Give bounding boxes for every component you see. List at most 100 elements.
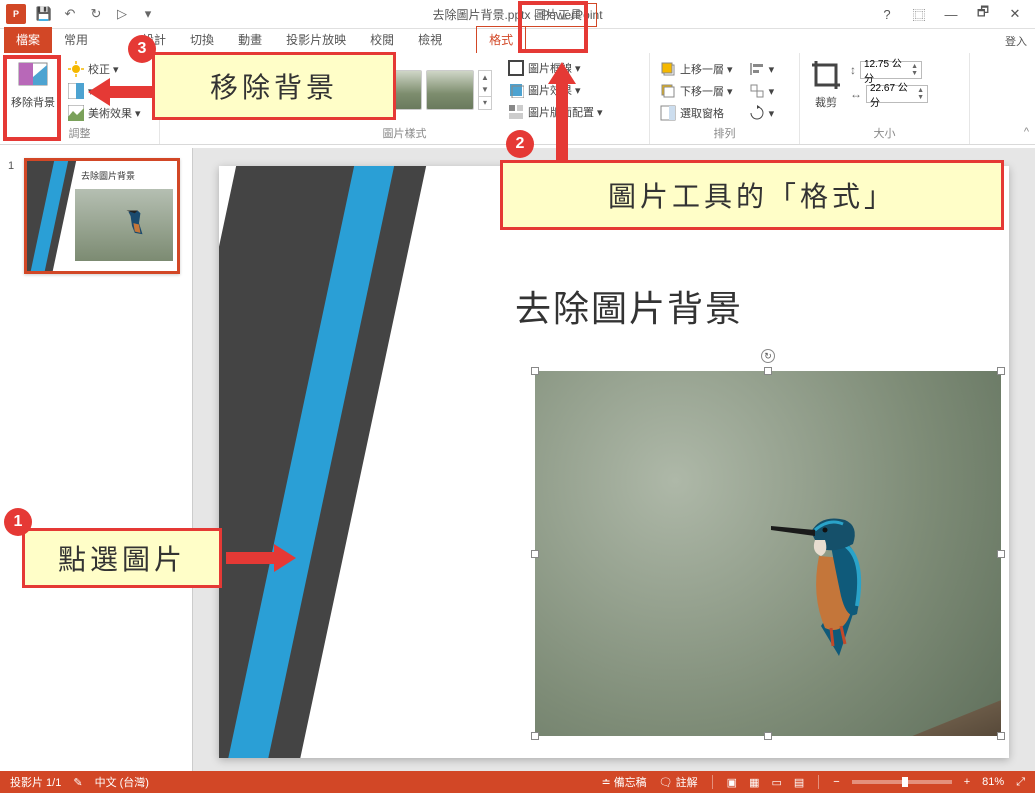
tab-slideshow[interactable]: 投影片放映 [274,27,358,53]
ribbon-group-size: 裁剪 ↕ 12.75 公分▲▼ ↔ 22.67 公分▲▼ 大小 [800,53,970,144]
layout-icon [508,104,524,120]
restore-button[interactable]: 🗗 [969,3,997,25]
spellcheck-icon[interactable]: ✎ [67,776,88,789]
slide-thumbnail[interactable]: 1 去除圖片背景 [8,158,184,274]
send-backward-label: 下移一層 ▾ [680,83,733,99]
redo-button[interactable]: ↻ [84,3,108,25]
comments-button[interactable]: 🗨 註解 [653,774,704,790]
color-icon [68,83,84,99]
zoom-out-button[interactable]: − [827,776,845,788]
signin-link[interactable]: 登入 [1005,33,1027,49]
reading-view-button[interactable]: ▭ [765,776,787,789]
bring-forward-button[interactable]: 上移一層 ▾ [656,59,737,79]
tab-home[interactable]: 常用 [52,27,100,53]
app-icon: P [6,4,26,24]
ribbon-fullscreen-button[interactable]: ⿴ [905,3,933,25]
window-controls: ? ⿴ — 🗗 ✕ [873,3,1035,25]
zoom-in-button[interactable]: + [958,776,976,788]
annotation-badge-3: 3 [128,35,156,63]
annotation-badge-2: 2 [506,130,534,158]
save-button[interactable]: 💾 [32,3,56,25]
resize-handle[interactable] [764,732,772,740]
tab-animations[interactable]: 動畫 [226,27,274,53]
annotation-badge-1: 1 [4,508,32,536]
corrections-label: 校正 ▾ [88,61,119,77]
gallery-down-icon[interactable]: ▼ [479,83,491,95]
annotation-callout-3: 移除背景 [152,52,396,120]
resize-handle[interactable] [764,367,772,375]
annotation-arrow-1 [226,544,296,572]
zoom-slider[interactable] [852,780,952,784]
corrections-button[interactable]: 校正 ▾ [64,59,145,79]
slide-counter[interactable]: 投影片 1/1 [4,774,67,790]
resize-handle[interactable] [997,550,1005,558]
group-label-size: 大小 [806,125,963,143]
slide-title[interactable]: 去除圖片背景 [515,280,743,332]
language-status[interactable]: 中文 (台灣) [89,774,155,790]
annotation-box-format-tab [518,1,588,53]
normal-view-button[interactable]: ▣ [721,776,743,789]
bring-forward-icon [660,61,676,77]
height-icon: ↕ [850,63,856,77]
width-input[interactable]: 22.67 公分▲▼ [866,85,928,103]
annotation-arrow-3 [88,78,152,106]
tab-transitions[interactable]: 切換 [178,27,226,53]
style-item[interactable] [426,70,474,110]
selection-pane-label: 選取窗格 [680,105,724,121]
slide-canvas[interactable]: 去除圖片背景 ↻ [219,166,1009,758]
thumbnail-slide[interactable]: 去除圖片背景 [24,158,180,274]
rotate-handle[interactable]: ↻ [761,349,775,363]
gallery-up-icon[interactable]: ▲ [479,71,491,83]
artistic-label: 美術效果 ▾ [88,105,141,121]
tab-review[interactable]: 校閱 [358,27,406,53]
sorter-view-button[interactable]: ▦ [743,776,765,789]
close-button[interactable]: ✕ [1001,3,1029,25]
send-backward-button[interactable]: 下移一層 ▾ [656,81,737,101]
fit-to-window-button[interactable]: ⤢ [1010,776,1031,789]
undo-button[interactable]: ↶ [58,3,82,25]
work-area: 1 去除圖片背景 去除圖片背景 ↻ [0,148,1035,771]
align-button[interactable]: ▾ [745,59,779,79]
resize-handle[interactable] [531,550,539,558]
selected-image[interactable]: ↻ [535,371,1001,736]
artistic-icon [68,105,84,121]
annotation-box-remove-bg [3,55,61,141]
image-content [535,371,1001,736]
slide-editor[interactable]: 去除圖片背景 ↻ [193,148,1035,771]
resize-handle[interactable] [997,732,1005,740]
border-icon [508,60,524,76]
artistic-effects-button[interactable]: 美術效果 ▾ [64,103,145,123]
tab-file[interactable]: 檔案 [4,27,52,53]
slideshow-view-button[interactable]: ▤ [788,776,810,789]
collapse-ribbon-icon[interactable]: ^ [1024,126,1029,138]
annotation-arrow-2 [548,62,576,160]
ribbon-group-arrange: 上移一層 ▾ 下移一層 ▾ 選取窗格 ▾ ▾ ▾ 排列 [650,53,800,144]
minimize-button[interactable]: — [937,3,965,25]
align-icon [749,61,765,77]
start-slideshow-button[interactable]: ▷ [110,3,134,25]
help-button[interactable]: ? [873,3,901,25]
resize-handle[interactable] [997,367,1005,375]
zoom-level[interactable]: 81% [976,776,1010,788]
notes-button[interactable]: ≐ 備忘稿 [595,774,652,790]
rotate-icon [749,105,765,121]
width-icon: ↔ [850,87,862,101]
selection-pane-button[interactable]: 選取窗格 [656,103,737,123]
brightness-icon [68,61,84,77]
height-input[interactable]: 12.75 公分▲▼ [860,61,922,79]
thumbnail-image [75,189,173,261]
rotate-button[interactable]: ▾ [745,103,779,123]
tab-view[interactable]: 檢視 [406,27,454,53]
group-icon [749,83,765,99]
thumbnail-pane[interactable]: 1 去除圖片背景 [0,148,193,771]
thumbnail-number: 1 [8,160,14,172]
bring-forward-label: 上移一層 ▾ [680,61,733,77]
group-button[interactable]: ▾ [745,81,779,101]
crop-button[interactable]: 裁剪 [806,55,846,123]
resize-handle[interactable] [531,367,539,375]
effects-icon [508,82,524,98]
gallery-more-icon[interactable]: ▾ [479,96,491,109]
resize-handle[interactable] [531,732,539,740]
qat-customize-button[interactable]: ▾ [136,3,160,25]
group-label-arrange: 排列 [656,125,793,143]
